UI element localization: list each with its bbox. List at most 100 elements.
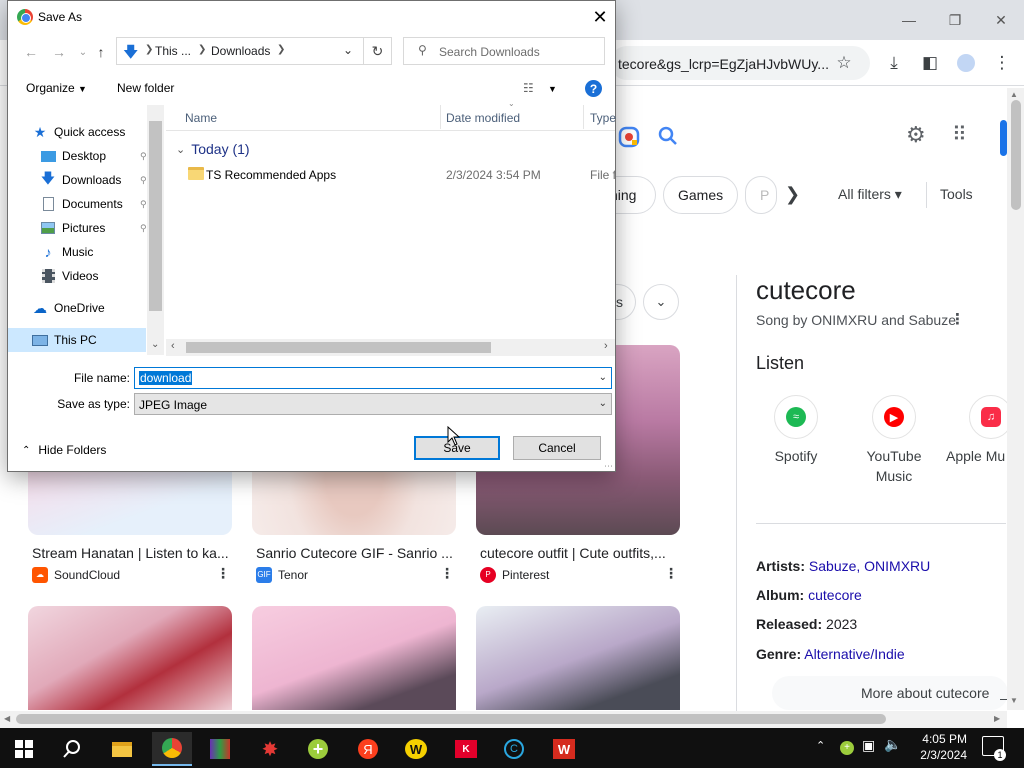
app-icon-kl[interactable]: K	[446, 732, 486, 766]
result-title-3[interactable]: cutecore outfit | Cute outfits,...	[480, 545, 680, 561]
nav-quick-access[interactable]: ★ Quick access	[32, 120, 152, 144]
spotify-button[interactable]: ≈	[774, 395, 818, 439]
file-name-input[interactable]: download ⌄	[134, 367, 612, 389]
genre-link[interactable]: Alternative/Indie	[804, 646, 904, 662]
back-arrow-icon[interactable]: ←	[20, 41, 42, 63]
app-icon-red-shield[interactable]: ✸	[250, 732, 290, 766]
nav-music[interactable]: ♪ Music	[40, 240, 160, 264]
address-bar[interactable]: 🡇 ❯ This ... ❯ Downloads ❯ ⌄	[116, 37, 364, 65]
result-menu-icon[interactable]: ⋮	[440, 565, 454, 582]
nav-onedrive[interactable]: ☁ OneDrive	[32, 296, 152, 320]
breadcrumb-separator-icon[interactable]: ❯	[277, 44, 285, 55]
result-title-1[interactable]: Stream Hanatan | Listen to ka...	[32, 545, 232, 561]
column-type[interactable]: Type	[590, 111, 616, 125]
breadcrumb-downloads[interactable]: Downloads	[211, 44, 270, 58]
file-explorer-icon[interactable]	[102, 732, 142, 766]
cancel-button[interactable]: Cancel	[513, 436, 601, 460]
result-image-6[interactable]	[476, 606, 680, 710]
new-folder-button[interactable]: New folder	[117, 81, 174, 95]
chrome-taskbar-icon[interactable]	[152, 732, 192, 766]
dialog-close-button[interactable]: ✕	[585, 3, 615, 31]
search-downloads-input[interactable]: ⚲ Search Downloads	[403, 37, 605, 65]
google-lens-icon[interactable]	[616, 124, 644, 152]
result-source-1[interactable]: ☁ SoundCloud	[32, 567, 120, 583]
app-icon-winrar[interactable]	[200, 732, 240, 766]
google-apps-icon[interactable]: ⠿	[952, 122, 982, 152]
organize-button[interactable]: Organize ▼	[26, 81, 87, 95]
chip-partial[interactable]: P	[745, 176, 777, 214]
file-name-value[interactable]: download	[139, 371, 193, 385]
address-dropdown-chevron-icon[interactable]: ⌄	[343, 43, 353, 57]
apple-music-label[interactable]: Apple Mu	[946, 446, 1006, 466]
nav-scroll-down-icon[interactable]: ⌄	[151, 339, 159, 350]
chevron-down-icon[interactable]: ⌄	[599, 372, 607, 383]
minimize-button[interactable]: —	[886, 6, 932, 34]
chevron-down-icon[interactable]: ⌄	[599, 398, 607, 409]
nav-pictures[interactable]: Pictures ⚲	[40, 216, 160, 240]
up-arrow-icon[interactable]: ↑	[90, 41, 112, 63]
artists-link[interactable]: Sabuze, ONIMXRU	[809, 558, 930, 574]
settings-gear-icon[interactable]: ⚙	[906, 122, 936, 152]
nav-this-pc[interactable]: This PC	[32, 328, 152, 352]
chevron-down-icon[interactable]: ⌄	[643, 284, 679, 320]
view-options-chevron-icon[interactable]: ▼	[548, 84, 557, 94]
album-link[interactable]: cutecore	[808, 587, 862, 603]
app-icon-green-plus[interactable]: +	[298, 732, 338, 766]
nav-downloads[interactable]: 🡇 Downloads ⚲	[40, 168, 160, 192]
group-header-today[interactable]: ⌄ Today (1)	[176, 141, 250, 157]
tray-clock[interactable]: 4:05 PM 2/3/2024	[903, 731, 967, 763]
spotify-label[interactable]: Spotify	[746, 446, 846, 466]
nav-desktop[interactable]: Desktop ⚲	[40, 144, 160, 168]
resize-grip-icon[interactable]: ⋯	[604, 461, 613, 472]
volume-muted-icon[interactable]: 🔈	[884, 736, 901, 753]
result-menu-icon[interactable]: ⋮	[216, 565, 230, 582]
page-horizontal-scroll-thumb[interactable]	[16, 714, 886, 724]
chrome-menu-icon[interactable]: ⋮	[990, 51, 1014, 75]
bookmark-star-icon[interactable]: ☆	[832, 51, 856, 75]
scroll-left-icon[interactable]: ◀	[4, 714, 10, 723]
file-row-name[interactable]: TS Recommended Apps	[206, 168, 336, 182]
youtube-music-label[interactable]: YouTube Music	[844, 446, 944, 486]
nav-pane-scroll-thumb[interactable]	[149, 121, 162, 311]
view-options-icon[interactable]: ☷	[523, 81, 534, 95]
scroll-right-icon[interactable]: ›	[604, 340, 608, 352]
taskbar-search-icon[interactable]	[52, 732, 92, 766]
result-image-5[interactable]	[252, 606, 456, 710]
result-title-2[interactable]: Sanrio Cutecore GIF - Sanrio ...	[256, 545, 456, 561]
result-source-3[interactable]: P Pinterest	[480, 567, 549, 583]
help-icon[interactable]: ?	[585, 80, 602, 97]
close-window-button[interactable]: ✕	[978, 6, 1024, 34]
download-icon[interactable]: ⤓	[882, 51, 906, 75]
column-name[interactable]: Name	[185, 111, 217, 125]
tray-chevron-up-icon[interactable]: ⌃	[816, 739, 825, 752]
yandex-browser-icon[interactable]: Я	[348, 732, 388, 766]
tray-app-icon[interactable]: +	[840, 739, 854, 755]
app-icon-ccleaner[interactable]: C	[494, 732, 534, 766]
scroll-right-icon[interactable]: ▶	[994, 714, 1000, 723]
side-panel-icon[interactable]: ◧	[918, 51, 942, 75]
more-about-button[interactable]: More about cutecore	[772, 676, 1008, 710]
panel-menu-icon[interactable]: ⋮	[950, 310, 965, 328]
chip-games[interactable]: Games	[663, 176, 739, 214]
youtube-music-button[interactable]: ▶	[872, 395, 916, 439]
dialog-titlebar[interactable]	[8, 1, 615, 33]
windows-start-icon[interactable]	[4, 732, 44, 766]
nav-videos[interactable]: Videos	[40, 264, 160, 288]
hide-folders-button[interactable]: ⌃ Hide Folders	[22, 443, 106, 457]
scroll-left-icon[interactable]: ‹	[171, 340, 175, 352]
breadcrumb-this-pc[interactable]: This ...	[155, 44, 191, 58]
wps-office-icon[interactable]: W	[544, 732, 584, 766]
scroll-down-icon[interactable]: ▼	[1010, 696, 1018, 705]
chevron-right-icon[interactable]: ❯	[785, 184, 800, 205]
nav-documents[interactable]: Documents ⚲	[40, 192, 160, 216]
all-filters-button[interactable]: All filters ▾	[838, 186, 902, 203]
column-separator[interactable]	[440, 105, 441, 129]
app-icon-yellow-w[interactable]: W	[396, 732, 436, 766]
column-separator[interactable]	[583, 105, 584, 129]
refresh-icon[interactable]: ↻	[364, 37, 392, 65]
profile-icon[interactable]	[954, 51, 978, 75]
file-list-scroll-thumb[interactable]	[186, 342, 491, 353]
page-vertical-scroll-thumb[interactable]	[1011, 100, 1021, 210]
column-date-modified[interactable]: Date modified	[446, 111, 520, 125]
tools-button[interactable]: Tools	[940, 186, 973, 202]
